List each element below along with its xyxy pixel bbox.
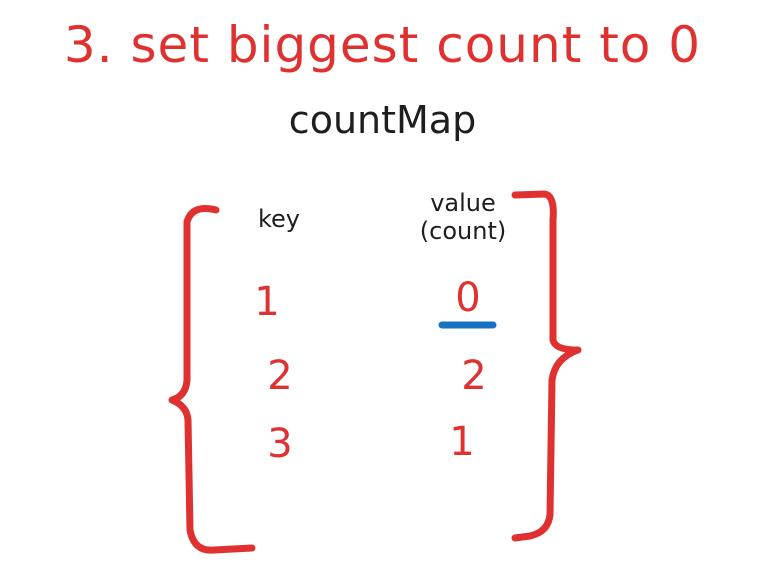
value-column-header: value (count) — [398, 189, 528, 245]
braces — [168, 190, 582, 554]
row-3-key: 3 — [267, 421, 293, 467]
row-1-value: 0 — [455, 275, 481, 321]
right-brace — [511, 190, 582, 542]
key-column-header: key — [257, 205, 300, 233]
value-header-line1: value — [430, 189, 496, 217]
row-3-value: 1 — [449, 419, 475, 465]
left-brace — [168, 205, 256, 554]
row-1-key: 1 — [254, 279, 280, 325]
row-2-value: 2 — [461, 353, 487, 399]
row-2-key: 2 — [267, 353, 293, 399]
value-header-line2: (count) — [419, 216, 507, 245]
